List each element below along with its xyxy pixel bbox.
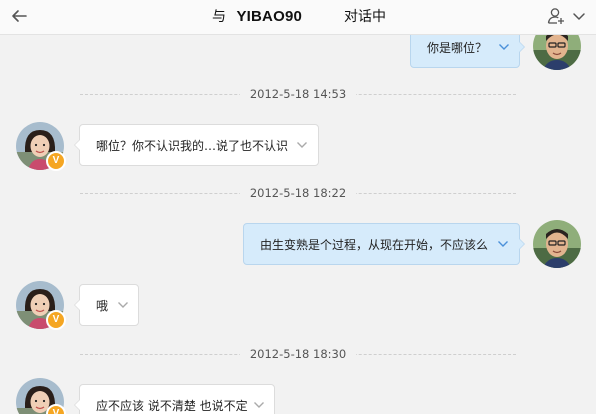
chevron-down-icon[interactable] — [572, 9, 586, 23]
bubble-tail — [519, 41, 525, 53]
message-text: 哦 — [96, 299, 109, 313]
chat-header: 与 YIBAO90 对话中 — [0, 0, 596, 35]
chevron-down-icon[interactable] — [296, 140, 308, 150]
back-arrow-icon[interactable] — [8, 5, 30, 27]
outgoing-message-bubble[interactable]: 由生变熟是个过程，从现在开始，不应该么 — [243, 223, 525, 265]
chat-title: 与 YIBAO90 — [212, 8, 302, 26]
incoming-message-bubble[interactable]: 哪位？你不认识我的…说了也不认识 — [74, 124, 319, 166]
vip-badge-icon: V — [46, 310, 66, 330]
message-text: 由生变熟是个过程，从现在开始，不应该么 — [260, 238, 489, 252]
chevron-down-icon[interactable] — [253, 400, 265, 410]
bubble-tail — [74, 139, 80, 151]
chevron-down-icon[interactable] — [498, 42, 510, 52]
timestamp-divider: 2012-5-18 18:30 — [0, 346, 596, 362]
vip-badge-icon: V — [46, 151, 66, 171]
my-avatar[interactable] — [533, 220, 581, 268]
bubble-tail — [519, 238, 525, 250]
bubble-tail — [74, 299, 80, 311]
timestamp: 2012-5-18 14:53 — [239, 87, 357, 101]
timestamp: 2012-5-18 18:22 — [239, 186, 357, 200]
chevron-down-icon[interactable] — [117, 300, 129, 310]
man-avatar-icon — [533, 220, 581, 268]
chat-window: 与 YIBAO90 对话中 你是哪位？ 2012-5-18 14:53 V 哪位… — [0, 0, 596, 414]
add-user-icon[interactable] — [546, 6, 566, 26]
chevron-down-icon[interactable] — [497, 239, 509, 249]
contact-name: YIBAO90 — [236, 8, 303, 25]
chat-status: 对话中 — [344, 9, 386, 25]
message-text: 哪位？你不认识我的…说了也不认识 — [96, 139, 289, 153]
title-prefix: 与 — [212, 9, 226, 25]
timestamp-divider: 2012-5-18 14:53 — [0, 86, 596, 102]
incoming-message-bubble[interactable]: 哦 — [74, 284, 139, 326]
message-text: 应不应该 说不清楚 也说不定 — [96, 399, 248, 413]
incoming-message-bubble[interactable]: 应不应该 说不清楚 也说不定 — [74, 384, 275, 414]
timestamp-divider: 2012-5-18 18:22 — [0, 185, 596, 201]
bubble-tail — [74, 399, 80, 411]
timestamp: 2012-5-18 18:30 — [239, 347, 357, 361]
